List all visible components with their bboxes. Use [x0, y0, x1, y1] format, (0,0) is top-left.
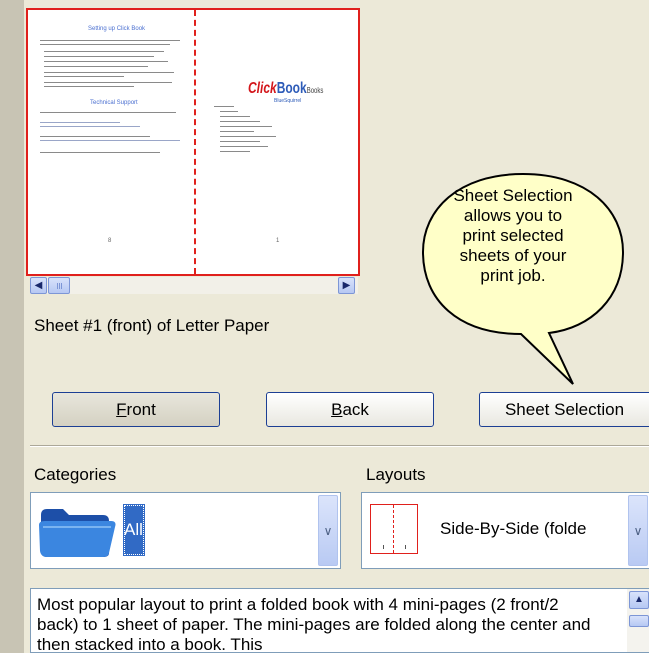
front-button[interactable]: Front — [52, 392, 220, 427]
scroll-left-icon[interactable]: ◀ — [30, 277, 47, 294]
mini-page-title: Setting up Click Book — [88, 26, 146, 32]
scroll-up-icon[interactable]: ▲ — [629, 591, 649, 609]
preview-hscrollbar[interactable]: ◀ ▶ — [30, 277, 358, 294]
layout-thumbnail-icon — [370, 504, 418, 554]
callout-text: Sheet Selection allows you to print sele… — [453, 186, 573, 285]
left-panel-strip — [0, 0, 24, 653]
categories-dropdown[interactable]: All ∨ — [30, 492, 341, 569]
folder-icon — [39, 509, 116, 557]
description-vscrollbar[interactable]: ▲ — [627, 589, 649, 652]
chevron-down-icon[interactable]: ∨ — [628, 495, 648, 566]
sheet-label: Sheet #1 (front) of Letter Paper — [34, 316, 270, 335]
mini-page-subtitle: Technical Support — [90, 100, 138, 106]
clickbook-logo: ClickBookBooks — [248, 80, 324, 97]
layouts-dropdown[interactable]: Side-By-Side (folde ∨ — [361, 492, 649, 569]
scroll-thumb[interactable] — [48, 277, 70, 294]
scroll-right-icon[interactable]: ▶ — [338, 277, 355, 294]
left-page-number: 8 — [108, 238, 112, 244]
category-selected-value: All — [123, 504, 145, 556]
chevron-down-icon[interactable]: ∨ — [318, 495, 338, 566]
sheet-selection-button[interactable]: Sheet Selection — [479, 392, 649, 427]
layout-description: Most popular layout to print a folded bo… — [30, 588, 649, 653]
sheet-preview: Setting up Click Book Technical Support … — [26, 8, 360, 276]
layout-selected-value: Side-By-Side (folde — [440, 519, 587, 538]
layouts-label: Layouts — [366, 465, 426, 484]
logo-subtitle: BlueSquirrel — [274, 98, 302, 104]
scroll-thumb[interactable] — [629, 615, 649, 627]
separator — [30, 445, 649, 447]
fold-line — [194, 10, 196, 274]
right-page-number: 1 — [276, 238, 280, 244]
description-text: Most popular layout to print a folded bo… — [37, 595, 591, 653]
back-button[interactable]: Back — [266, 392, 434, 427]
categories-label: Categories — [34, 465, 117, 484]
